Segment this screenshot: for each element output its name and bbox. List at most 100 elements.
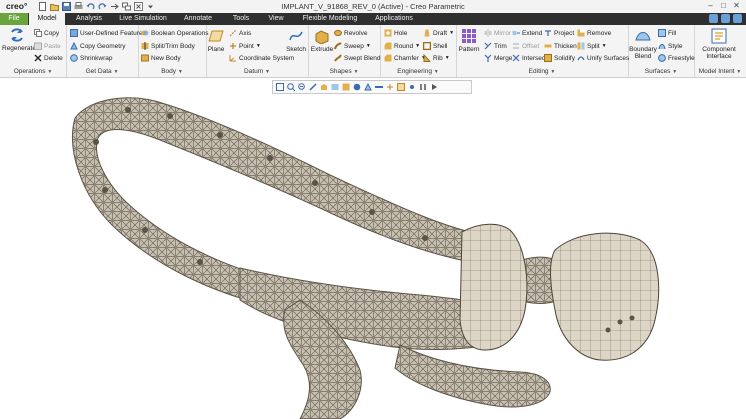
copy-geometry-button[interactable]: Copy Geometry [70,42,126,50]
group-label-get-data[interactable]: Get Data ▼ [66,68,138,75]
datum-display-icon[interactable] [386,83,394,91]
unify-surfaces-button[interactable]: Unify Surfaces [577,54,629,62]
tab-analysis[interactable]: Analysis [70,13,108,25]
tab-model[interactable]: Model [29,13,65,25]
delete-button[interactable]: Delete [34,54,63,62]
minimize-icon[interactable]: – [705,1,716,11]
extend-button[interactable]: Extend [512,29,542,37]
redo-icon[interactable] [98,2,107,11]
boolean-operations-button[interactable]: Boolean Operations [141,29,208,37]
save-icon[interactable] [62,2,71,11]
view-manager-icon[interactable] [342,83,350,91]
group-label-model-intent[interactable]: Model Intent ▼ [694,68,746,75]
qat-dropdown-icon[interactable] [146,2,155,11]
shrinkwrap-icon [70,54,78,62]
user-defined-feature-button[interactable]: User-Defined Feature [70,29,143,37]
close-window-icon[interactable] [134,2,143,11]
draft-button[interactable]: Draft ▼ [423,29,454,37]
group-label-surfaces[interactable]: Surfaces ▼ [628,68,694,75]
help-icon[interactable] [709,14,718,23]
round-button[interactable]: Round ▼ [384,42,420,50]
regenerate-button[interactable]: Regenerate [2,27,36,52]
tab-file[interactable]: File [0,13,28,25]
maximize-icon[interactable]: □ [718,1,729,11]
annotation-display-icon[interactable] [397,83,405,91]
extrude-button[interactable]: Extrude [310,28,334,53]
split-trim-icon [141,42,149,50]
trim-button[interactable]: Trim [484,42,507,50]
paste-button[interactable]: Paste [34,42,61,50]
shrinkwrap-button[interactable]: Shrinkwrap [70,54,113,62]
tab-tools[interactable]: Tools [226,13,256,25]
tab-live-simulation[interactable]: Live Simulation [115,13,171,25]
intersect-button[interactable]: Intersect [512,54,547,62]
new-body-button[interactable]: New Body [141,54,181,62]
remove-button[interactable]: Remove [577,29,611,37]
sketch-button[interactable]: Sketch [286,28,306,53]
chamfer-button[interactable]: Chamfer ▼ [384,54,426,62]
group-label-editing[interactable]: Editing ▼ [456,68,628,75]
split-button[interactable]: Split ▼ [577,42,607,50]
open-folder-icon[interactable] [50,2,59,11]
group-label-datum[interactable]: Datum ▼ [206,68,308,75]
spin-center-icon[interactable] [408,83,416,91]
tab-view[interactable]: View [262,13,290,25]
implant-model-view[interactable] [0,78,746,419]
zoom-in-icon[interactable] [287,83,296,92]
extrude-icon [315,30,329,44]
undo-icon[interactable] [86,2,95,11]
tab-annotate[interactable]: Annotate [178,13,218,25]
refit-icon[interactable] [276,83,284,91]
sweep-button[interactable]: Sweep ▼ [334,42,371,50]
display-style-icon[interactable] [353,83,361,91]
windows-icon[interactable] [122,2,131,11]
group-label-shapes[interactable]: Shapes ▼ [308,68,380,75]
close-icon[interactable]: ✕ [731,1,742,11]
boundary-blend-button[interactable]: Boundary Blend [629,28,657,60]
style-button[interactable]: Style [658,42,682,50]
pause-icon[interactable] [419,83,427,91]
rib-button[interactable]: Rib ▼ [423,54,450,62]
graphics-area[interactable] [0,78,746,419]
component-interface-button[interactable]: Component Interface [696,28,742,60]
tab-flexible-modeling[interactable]: Flexible Modeling [298,13,362,25]
group-label-operations[interactable]: Operations ▼ [0,68,66,75]
saved-views-icon[interactable] [331,83,339,91]
solidify-button[interactable]: Solidify [544,54,575,62]
coordinate-system-button[interactable]: Coordinate System [229,54,294,62]
play-icon[interactable] [430,83,438,91]
merge-button[interactable]: Merge [484,54,512,62]
thicken-button[interactable]: Thicken [544,42,577,50]
pattern-button[interactable]: Pattern [458,28,480,53]
print-icon[interactable] [74,2,83,11]
new-file-icon[interactable] [38,2,47,11]
mirror-button[interactable]: Mirror [484,29,511,37]
shell-button[interactable]: Shell [423,42,447,50]
search-icon[interactable] [733,14,742,23]
freestyle-button[interactable]: Freestyle [658,54,695,62]
axis-button[interactable]: Axis [229,29,251,37]
title-bar: IMPLANT_V_91868_REV_0 (Active) - Creo Pa… [0,0,746,14]
group-label-engineering[interactable]: Engineering ▼ [380,68,456,75]
perspective-icon[interactable] [364,82,372,91]
section-icon[interactable] [375,83,383,91]
copy-button[interactable]: Copy [34,29,59,37]
split-trim-body-button[interactable]: Split/Trim Body [141,42,195,50]
mirror-label: Mirror [494,29,511,37]
point-button[interactable]: Point ▼ [229,42,261,50]
hole-button[interactable]: Hole [384,29,407,37]
hole-icon [384,29,392,37]
revolve-button[interactable]: Revolve [334,29,367,37]
ribbon-collapse-icon[interactable] [721,14,730,23]
offset-button[interactable]: Offset [512,42,539,50]
project-button[interactable]: Project [544,29,574,37]
repaint-icon[interactable] [309,83,317,91]
tab-applications[interactable]: Applications [370,13,418,25]
group-label-body[interactable]: Body ▼ [138,68,206,75]
zoom-out-icon[interactable] [298,83,306,91]
regenerate-icon[interactable] [110,2,119,11]
view-orientation-icon[interactable] [320,83,328,91]
fill-button[interactable]: Fill [658,29,676,37]
swept-blend-button[interactable]: Swept Blend [334,54,381,62]
plane-button[interactable]: Plane [207,28,225,53]
